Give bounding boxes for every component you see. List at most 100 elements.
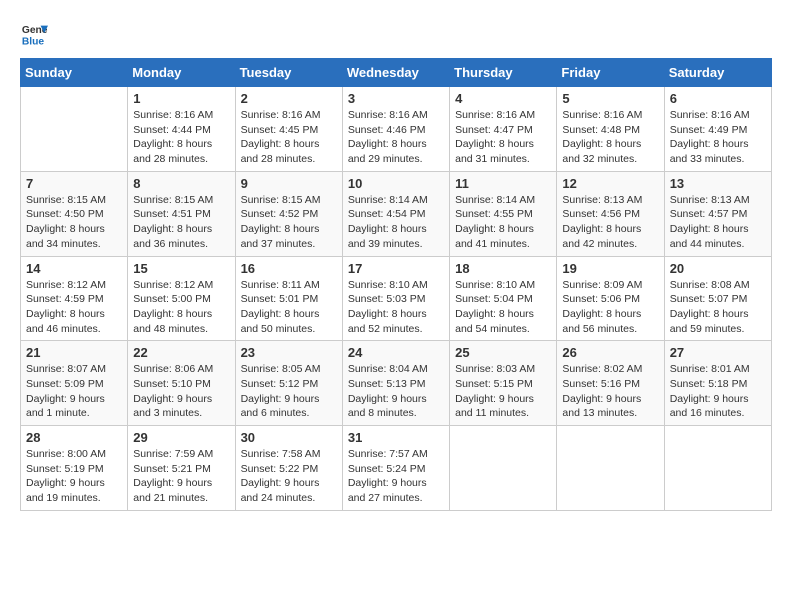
calendar-cell: 23 Sunrise: 8:05 AMSunset: 5:12 PMDayligh… [235, 341, 342, 426]
day-info: Sunrise: 8:16 AMSunset: 4:48 PMDaylight:… [562, 108, 658, 167]
day-number: 17 [348, 261, 444, 276]
day-number: 20 [670, 261, 766, 276]
calendar-cell: 4 Sunrise: 8:16 AMSunset: 4:47 PMDaylight… [450, 87, 557, 172]
calendar-cell: 30 Sunrise: 7:58 AMSunset: 5:22 PMDayligh… [235, 426, 342, 511]
day-number: 4 [455, 91, 551, 106]
day-info: Sunrise: 8:12 AMSunset: 4:59 PMDaylight:… [26, 278, 122, 337]
day-info: Sunrise: 8:10 AMSunset: 5:03 PMDaylight:… [348, 278, 444, 337]
calendar-cell: 9 Sunrise: 8:15 AMSunset: 4:52 PMDaylight… [235, 171, 342, 256]
day-info: Sunrise: 8:16 AMSunset: 4:47 PMDaylight:… [455, 108, 551, 167]
calendar-week-5: 28 Sunrise: 8:00 AMSunset: 5:19 PMDayligh… [21, 426, 772, 511]
calendar-cell: 10Sunrise: 8:14 AMSunset: 4:54 PMDayligh… [342, 171, 449, 256]
day-header-saturday: Saturday [664, 59, 771, 87]
calendar-cell: 11 Sunrise: 8:14 AMSunset: 4:55 PMDayligh… [450, 171, 557, 256]
day-number: 2 [241, 91, 337, 106]
logo-icon: General Blue [20, 20, 48, 48]
day-number: 30 [241, 430, 337, 445]
day-header-tuesday: Tuesday [235, 59, 342, 87]
day-number: 15 [133, 261, 229, 276]
calendar-cell [664, 426, 771, 511]
day-info: Sunrise: 8:15 AMSunset: 4:51 PMDaylight:… [133, 193, 229, 252]
day-info: Sunrise: 8:05 AMSunset: 5:12 PMDaylight:… [241, 362, 337, 421]
day-info: Sunrise: 8:15 AMSunset: 4:52 PMDaylight:… [241, 193, 337, 252]
day-number: 16 [241, 261, 337, 276]
calendar-cell: 7 Sunrise: 8:15 AMSunset: 4:50 PMDaylight… [21, 171, 128, 256]
calendar-cell: 29 Sunrise: 7:59 AMSunset: 5:21 PMDayligh… [128, 426, 235, 511]
calendar-cell [557, 426, 664, 511]
day-number: 31 [348, 430, 444, 445]
day-info: Sunrise: 8:16 AMSunset: 4:46 PMDaylight:… [348, 108, 444, 167]
logo: General Blue [20, 20, 52, 48]
day-info: Sunrise: 8:15 AMSunset: 4:50 PMDaylight:… [26, 193, 122, 252]
day-info: Sunrise: 8:07 AMSunset: 5:09 PMDaylight:… [26, 362, 122, 421]
calendar-cell: 21 Sunrise: 8:07 AMSunset: 5:09 PMDayligh… [21, 341, 128, 426]
day-header-sunday: Sunday [21, 59, 128, 87]
calendar-header-row: SundayMondayTuesdayWednesdayThursdayFrid… [21, 59, 772, 87]
calendar-cell: 24 Sunrise: 8:04 AMSunset: 5:13 PMDayligh… [342, 341, 449, 426]
calendar-week-4: 21 Sunrise: 8:07 AMSunset: 5:09 PMDayligh… [21, 341, 772, 426]
calendar-cell: 1 Sunrise: 8:16 AMSunset: 4:44 PMDaylight… [128, 87, 235, 172]
day-info: Sunrise: 8:11 AMSunset: 5:01 PMDaylight:… [241, 278, 337, 337]
day-number: 5 [562, 91, 658, 106]
day-info: Sunrise: 8:14 AMSunset: 4:55 PMDaylight:… [455, 193, 551, 252]
day-number: 22 [133, 345, 229, 360]
calendar-cell: 20 Sunrise: 8:08 AMSunset: 5:07 PMDayligh… [664, 256, 771, 341]
svg-text:Blue: Blue [22, 36, 45, 47]
calendar-cell: 12 Sunrise: 8:13 AMSunset: 4:56 PMDayligh… [557, 171, 664, 256]
calendar-week-3: 14 Sunrise: 8:12 AMSunset: 4:59 PMDayligh… [21, 256, 772, 341]
calendar-cell: 25 Sunrise: 8:03 AMSunset: 5:15 PMDayligh… [450, 341, 557, 426]
day-info: Sunrise: 8:16 AMSunset: 4:44 PMDaylight:… [133, 108, 229, 167]
calendar-cell: 15 Sunrise: 8:12 AMSunset: 5:00 PMDayligh… [128, 256, 235, 341]
calendar-cell: 26 Sunrise: 8:02 AMSunset: 5:16 PMDayligh… [557, 341, 664, 426]
day-info: Sunrise: 8:08 AMSunset: 5:07 PMDaylight:… [670, 278, 766, 337]
day-info: Sunrise: 8:06 AMSunset: 5:10 PMDaylight:… [133, 362, 229, 421]
calendar-cell [450, 426, 557, 511]
day-number: 26 [562, 345, 658, 360]
page-header: General Blue [20, 20, 772, 48]
day-info: Sunrise: 8:01 AMSunset: 5:18 PMDaylight:… [670, 362, 766, 421]
calendar-cell: 17 Sunrise: 8:10 AMSunset: 5:03 PMDayligh… [342, 256, 449, 341]
calendar-week-1: 1 Sunrise: 8:16 AMSunset: 4:44 PMDaylight… [21, 87, 772, 172]
calendar-cell: 28 Sunrise: 8:00 AMSunset: 5:19 PMDayligh… [21, 426, 128, 511]
day-number: 25 [455, 345, 551, 360]
day-info: Sunrise: 7:59 AMSunset: 5:21 PMDaylight:… [133, 447, 229, 506]
calendar-cell: 27 Sunrise: 8:01 AMSunset: 5:18 PMDayligh… [664, 341, 771, 426]
day-number: 12 [562, 176, 658, 191]
calendar-cell: 8Sunrise: 8:15 AMSunset: 4:51 PMDaylight… [128, 171, 235, 256]
day-number: 7 [26, 176, 122, 191]
day-info: Sunrise: 8:13 AMSunset: 4:57 PMDaylight:… [670, 193, 766, 252]
day-info: Sunrise: 8:13 AMSunset: 4:56 PMDaylight:… [562, 193, 658, 252]
day-number: 28 [26, 430, 122, 445]
day-number: 18 [455, 261, 551, 276]
day-info: Sunrise: 8:14 AMSunset: 4:54 PMDaylight:… [348, 193, 444, 252]
calendar-cell: 18Sunrise: 8:10 AMSunset: 5:04 PMDayligh… [450, 256, 557, 341]
day-header-wednesday: Wednesday [342, 59, 449, 87]
day-number: 29 [133, 430, 229, 445]
calendar-cell [21, 87, 128, 172]
day-info: Sunrise: 8:12 AMSunset: 5:00 PMDaylight:… [133, 278, 229, 337]
day-info: Sunrise: 8:02 AMSunset: 5:16 PMDaylight:… [562, 362, 658, 421]
day-info: Sunrise: 8:00 AMSunset: 5:19 PMDaylight:… [26, 447, 122, 506]
day-number: 1 [133, 91, 229, 106]
day-number: 13 [670, 176, 766, 191]
calendar-cell: 2Sunrise: 8:16 AMSunset: 4:45 PMDaylight… [235, 87, 342, 172]
day-number: 21 [26, 345, 122, 360]
day-number: 27 [670, 345, 766, 360]
day-number: 14 [26, 261, 122, 276]
calendar-cell: 14 Sunrise: 8:12 AMSunset: 4:59 PMDayligh… [21, 256, 128, 341]
day-info: Sunrise: 7:58 AMSunset: 5:22 PMDaylight:… [241, 447, 337, 506]
calendar-cell: 16 Sunrise: 8:11 AMSunset: 5:01 PMDayligh… [235, 256, 342, 341]
calendar-cell: 6Sunrise: 8:16 AMSunset: 4:49 PMDaylight… [664, 87, 771, 172]
day-header-thursday: Thursday [450, 59, 557, 87]
calendar-cell: 5 Sunrise: 8:16 AMSunset: 4:48 PMDaylight… [557, 87, 664, 172]
day-number: 24 [348, 345, 444, 360]
day-info: Sunrise: 8:04 AMSunset: 5:13 PMDaylight:… [348, 362, 444, 421]
calendar-week-2: 7 Sunrise: 8:15 AMSunset: 4:50 PMDaylight… [21, 171, 772, 256]
day-info: Sunrise: 7:57 AMSunset: 5:24 PMDaylight:… [348, 447, 444, 506]
day-number: 11 [455, 176, 551, 191]
calendar-table: SundayMondayTuesdayWednesdayThursdayFrid… [20, 58, 772, 511]
day-number: 23 [241, 345, 337, 360]
day-info: Sunrise: 8:03 AMSunset: 5:15 PMDaylight:… [455, 362, 551, 421]
day-number: 9 [241, 176, 337, 191]
day-header-friday: Friday [557, 59, 664, 87]
